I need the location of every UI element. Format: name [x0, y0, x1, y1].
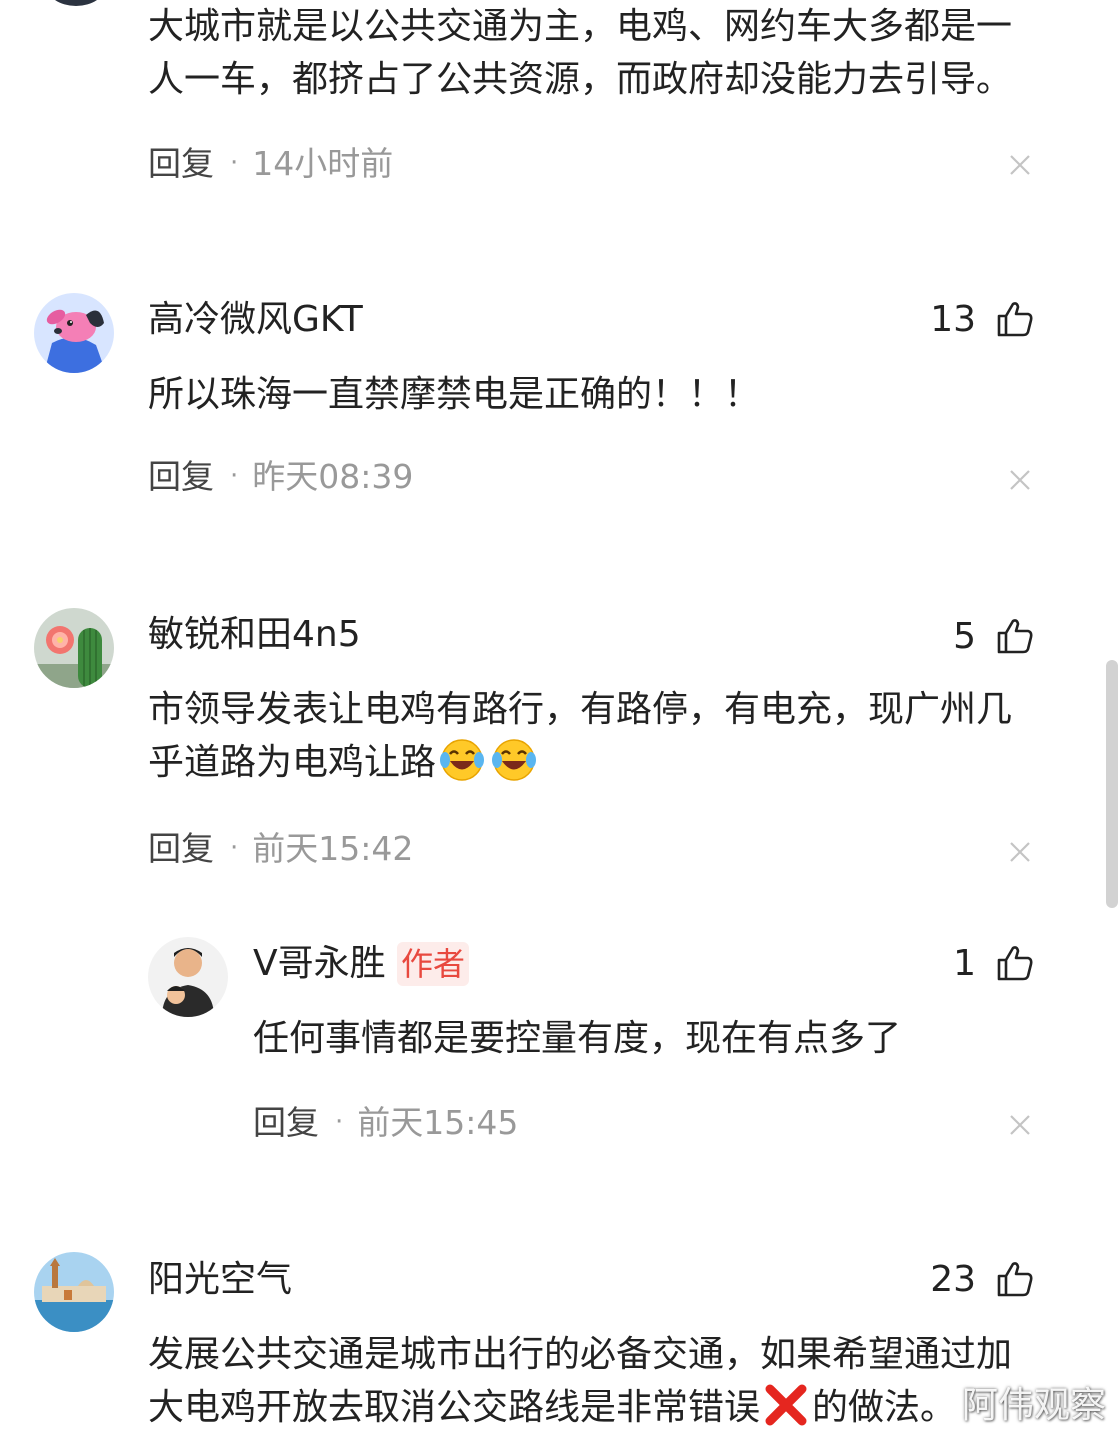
comment-text-segment: 乎道路为电鸡让路: [148, 742, 437, 783]
close-icon[interactable]: [1008, 153, 1032, 177]
comment-text: 市领导发表让电鸡有路行，有路停，有电充，现广州几 乎道路为电鸡让路: [148, 683, 1048, 789]
comment-text-line-with-emoji: 大电鸡开放去取消公交路线是非常错误 的做法。: [148, 1381, 1048, 1434]
comment-text-line: 大城市就是以公共交通为主，电鸡、网约车大多都是一: [148, 6, 1013, 47]
thumbs-up-icon[interactable]: [996, 944, 1034, 982]
comment-timestamp: 前天15:42: [252, 829, 414, 868]
reply-username[interactable]: V哥永胜: [253, 942, 386, 986]
comment-username[interactable]: 高冷微风GKT: [148, 298, 363, 342]
meta-separator: ·: [335, 1107, 344, 1137]
reply-button[interactable]: 回复: [148, 457, 214, 496]
comment-item: 阳光空气 23 发展公共交通是城市出行的必备交通，如果希望通过加 大电鸡开放去取…: [0, 1250, 1120, 1450]
thumbs-up-icon[interactable]: [996, 300, 1034, 338]
reply-button[interactable]: 回复: [148, 829, 214, 868]
comment-text: 大城市就是以公共交通为主，电鸡、网约车大多都是一 人一车，都挤占了公共资源，而政…: [148, 0, 1048, 106]
comment-meta: 回复 · 14小时前: [148, 143, 393, 183]
comment-timestamp: 14小时前: [252, 144, 394, 183]
reply-meta: 回复 · 前天15:45: [253, 1102, 518, 1142]
meta-separator: ·: [230, 148, 239, 178]
meta-separator: ·: [230, 461, 239, 491]
two-people-avatar-image: [148, 937, 228, 1017]
comment-text-line: 市领导发表让电鸡有路行，有路停，有电充，现广州几: [148, 689, 1013, 730]
avatar[interactable]: [34, 608, 114, 688]
scrollbar-thumb[interactable]: [1106, 660, 1118, 908]
comment-timestamp: 昨天08:39: [252, 457, 414, 496]
comment-text: 发展公共交通是城市出行的必备交通，如果希望通过加 大电鸡开放去取消公交路线是非常…: [148, 1328, 1048, 1434]
reply-timestamp: 前天15:45: [357, 1103, 519, 1142]
comment-username[interactable]: 阳光空气: [148, 1258, 292, 1302]
comment-meta: 回复 · 前天15:42: [148, 828, 413, 868]
seaside-town-avatar-image: [34, 1252, 114, 1332]
comment-meta: 回复 · 昨天08:39: [148, 456, 413, 496]
comment-username[interactable]: 敏锐和田4n5: [148, 613, 361, 657]
watermark: 阿伟观察: [961, 1385, 1106, 1426]
avatar[interactable]: [148, 937, 228, 1017]
close-icon[interactable]: [1008, 1113, 1032, 1137]
close-icon[interactable]: [1008, 468, 1032, 492]
meta-separator: ·: [230, 833, 239, 863]
comment-text-segment: 的做法。: [812, 1387, 957, 1428]
comment-item: 大城市就是以公共交通为主，电鸡、网约车大多都是一 人一车，都挤占了公共资源，而政…: [0, 0, 1120, 200]
avatar[interactable]: [34, 1252, 114, 1332]
comment-text-segment: 大电鸡开放去取消公交路线是非常错误: [148, 1387, 761, 1428]
laughing-crying-emoji-icon: [492, 739, 537, 781]
comment-text-line-with-emoji: 乎道路为电鸡让路: [148, 736, 1048, 789]
cartoon-dog-avatar-image: [34, 293, 114, 373]
comment-text: 所以珠海一直禁摩禁电是正确的！！！: [148, 374, 761, 415]
red-cross-mark-icon: [765, 1384, 807, 1426]
laughing-crying-emoji-icon: [440, 739, 485, 781]
like-count: 5: [953, 616, 976, 657]
reply-item: V哥永胜 作者 1 任何事情都是要控量有度，现在有点多了 回复 · 前天15:45: [0, 935, 1120, 1175]
comment-item: 高冷微风GKT 13 所以珠海一直禁摩禁电是正确的！！！ 回复 · 昨天08:39: [0, 290, 1120, 520]
avatar[interactable]: [34, 293, 114, 373]
reply-button[interactable]: 回复: [253, 1103, 319, 1142]
like-count: 23: [930, 1259, 976, 1300]
close-icon[interactable]: [1008, 840, 1032, 864]
author-badge: 作者: [397, 942, 470, 986]
comment-item: 敏锐和田4n5 5 市领导发表让电鸡有路行，有路停，有电充，现广州几 乎道路为电…: [0, 605, 1120, 905]
reply-button[interactable]: 回复: [148, 144, 214, 183]
reply-text: 任何事情都是要控量有度，现在有点多了: [253, 1018, 902, 1059]
like-count: 13: [930, 299, 976, 340]
thumbs-up-icon[interactable]: [996, 617, 1034, 655]
cactus-flower-avatar-image: [34, 608, 114, 688]
comment-text-line: 人一车，都挤占了公共资源，而政府却没能力去引导。: [148, 59, 1013, 100]
comment-text-line: 发展公共交通是城市出行的必备交通，如果希望通过加: [148, 1334, 1013, 1375]
like-count: 1: [953, 943, 976, 984]
thumbs-up-icon[interactable]: [996, 1260, 1034, 1298]
